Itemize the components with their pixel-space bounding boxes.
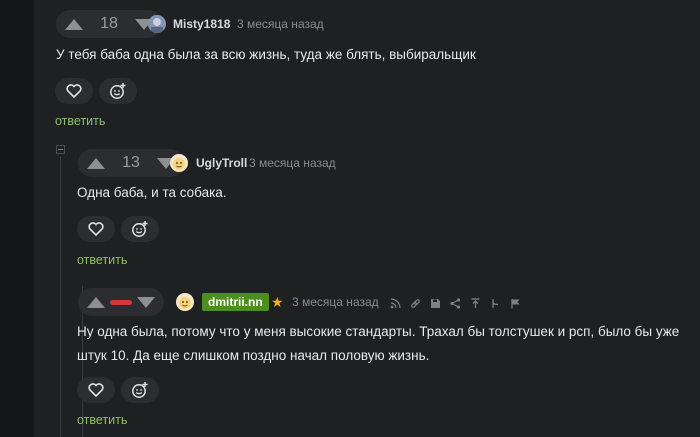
heart-icon [88, 383, 104, 397]
vote-widget [78, 288, 164, 316]
branch-icon[interactable] [489, 297, 501, 309]
username[interactable]: Misty1818 [173, 17, 230, 31]
username[interactable]: UglyTroll [196, 156, 247, 170]
vote-widget: 13 [78, 149, 184, 177]
avatar[interactable] [170, 154, 188, 172]
thread-line [60, 156, 61, 437]
downvote-button[interactable] [137, 296, 155, 308]
reaction-button[interactable] [121, 377, 159, 403]
comment-text: Ну одна была, потому что у меня высокие … [77, 324, 680, 363]
score: 13 [122, 154, 140, 171]
like-button[interactable] [77, 377, 115, 403]
comments-panel: 18 Misty1818 3 месяца назад У тебя баба … [34, 0, 700, 437]
like-button[interactable] [55, 78, 93, 104]
link-icon[interactable] [409, 297, 421, 309]
comment-text: У тебя баба одна была за всю жизнь, туда… [56, 47, 476, 62]
vote-widget: 18 [56, 10, 162, 38]
emoji-add-icon [110, 83, 126, 99]
reaction-button[interactable] [99, 78, 137, 104]
heart-icon [66, 84, 82, 98]
reply-link[interactable]: ответить [55, 114, 105, 128]
like-button[interactable] [77, 216, 115, 242]
comment-text: Одна баба, и та собака. [77, 185, 227, 200]
avatar[interactable] [176, 293, 194, 311]
upvote-button[interactable] [65, 18, 83, 30]
avatar[interactable] [148, 15, 166, 33]
collapse-thread-button[interactable] [56, 145, 65, 154]
score: 18 [100, 15, 118, 32]
reaction-button[interactable] [121, 216, 159, 242]
emoji-add-icon [132, 221, 148, 237]
timestamp[interactable]: 3 месяца назад [292, 295, 379, 309]
share-nodes-icon[interactable] [389, 297, 401, 309]
timestamp[interactable]: 3 месяца назад [237, 17, 324, 31]
timestamp[interactable]: 3 месяца назад [249, 156, 336, 170]
reply-link[interactable]: ответить [77, 413, 127, 427]
star-icon: ★ [271, 294, 284, 310]
emoji-add-icon [132, 382, 148, 398]
scroll-up-icon[interactable] [469, 297, 481, 309]
share-icon[interactable] [449, 297, 461, 309]
flag-icon[interactable] [509, 297, 521, 309]
reply-link[interactable]: ответить [77, 253, 127, 267]
heart-icon [88, 222, 104, 236]
save-icon[interactable] [429, 297, 441, 309]
negative-rating-indicator [110, 299, 132, 305]
upvote-button[interactable] [87, 296, 105, 308]
author-badge[interactable]: dmitrii.nn [202, 293, 269, 311]
upvote-button[interactable] [87, 157, 105, 169]
